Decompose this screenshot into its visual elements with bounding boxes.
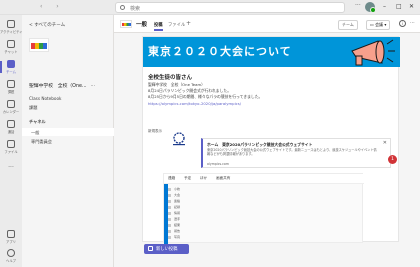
rail-assignments[interactable]: 課題 [0,78,22,98]
calendar-icon [7,100,15,108]
phone-icon [7,120,15,128]
info-icon[interactable]: i [399,20,406,27]
meet-button[interactable]: ▭ 会議 ▾ [366,20,391,30]
settings-more-icon[interactable]: ··· [355,2,361,9]
tab-posts[interactable]: 投稿 [154,22,163,31]
rail-teams[interactable]: チーム [0,58,22,78]
rail-calendar[interactable]: カレンダー [0,98,22,118]
apps-icon [7,230,15,238]
rail-help[interactable]: ヘルプ [0,247,22,267]
list-item: 情報 [168,211,324,215]
add-tab-button[interactable]: + [186,20,191,27]
search-input[interactable]: 検索 [115,2,345,13]
search-placeholder: 検索 [130,6,141,12]
title-bar: ‹ › 検索 ··· – □ ✕ [0,0,420,15]
rail-files[interactable]: ファイル [0,138,22,158]
post-title: 全校生徒の皆さん [148,75,193,81]
teams-icon [7,60,15,68]
main-area: 一般 投稿 ファイル + チーム ▭ 会議 ▾ i ... 東京２０２０大会につ… [114,15,420,267]
post-banner: 東京２０２０大会について [143,37,400,67]
post-link[interactable]: https://olympics.com/tokyo-2020/ja/paral… [148,101,241,106]
preview-domain: olympics.com [207,162,229,166]
post-line: 8月25日から9月5日の期間、様々なパラの競技を行ってきました。 [148,94,263,99]
link-preview[interactable]: ホーム 東京2020パラリンピック競技大会公式ウェブサイト 東京2020パラリン… [201,138,391,168]
document-preview[interactable]: 連絡 予定 ほか 画面共有 小枚 大会 連絡 記録 情報 選手 結果 報告 写真 [163,173,364,244]
rail-activity[interactable]: アクティビティ [0,18,23,38]
channel-logo [120,20,132,28]
team-name[interactable]: 聖輝中学校 全校（One... ··· [29,82,95,89]
notification-badge[interactable]: 1 [388,155,397,164]
channel-general[interactable]: 一般 [22,128,114,136]
close-icon[interactable]: ✕ [383,140,387,146]
chat-icon [7,40,15,48]
minimize-icon[interactable]: – [383,3,386,10]
preview-description: 東京2020パラリンピック競技大会の公式ウェブサイトです。最新ニュースはもとより… [207,148,377,157]
tab-files[interactable]: ファイル [168,22,185,28]
list-item: 記録 [168,205,324,209]
assignments-icon [7,80,15,88]
bell-icon [7,20,15,28]
maximize-icon[interactable]: □ [396,3,402,10]
channel-sidebar: < すべてのチーム 聖輝中学校 全校（One... ··· Class Noteb… [22,15,114,267]
channel-committee[interactable]: 専門委員会 [22,137,114,145]
nav-arrows[interactable]: ‹ › [40,3,65,10]
channel-title: 一般 [136,22,148,28]
class-notebook-link[interactable]: Class Notebook [29,96,61,101]
post-tag: 新規表示 [148,129,162,133]
list-item: 結果 [168,223,324,227]
more-icon[interactable]: ... [410,19,415,25]
banner-title: 東京２０２０大会について [148,45,292,58]
close-icon[interactable]: ✕ [409,3,414,10]
emblem-icon [173,132,185,146]
file-icon [7,140,15,148]
list-item: 大会 [168,193,324,197]
rail-more[interactable]: ... [0,158,22,178]
list-item: 写真 [168,235,324,239]
list-item: 小枚 [168,187,324,191]
search-icon [120,5,125,10]
avatar[interactable] [365,2,376,13]
rail-calls[interactable]: 通話 [0,118,22,138]
post-card: 東京２０２０大会について 全校生徒の皆さん 聖輝中学校 全校（One Team）… [142,36,400,244]
team-logo [29,38,49,52]
all-teams-link[interactable]: < すべてのチーム [29,22,65,28]
channels-heading: チャネル [29,119,46,124]
more-icon[interactable]: ··· [91,84,96,89]
channel-header: 一般 投稿 ファイル + チーム ▭ 会議 ▾ i ... [114,15,420,33]
list-item: 報告 [168,229,324,233]
app-rail: アクティビティ チャット チーム 課題 カレンダー 通話 ファイル ... アプ… [0,15,23,267]
help-icon [7,249,15,257]
assignments-link[interactable]: 課題 [29,105,37,111]
list-item: 連絡 [168,199,324,203]
rail-chat[interactable]: チャット [0,38,22,58]
list-item: 選手 [168,217,324,221]
rail-apps[interactable]: アプリ [0,228,22,248]
team-button[interactable]: チーム [338,20,358,30]
megaphone-icon [351,39,395,66]
document-toolbar: 連絡 予定 ほか 画面共有 [164,174,364,184]
